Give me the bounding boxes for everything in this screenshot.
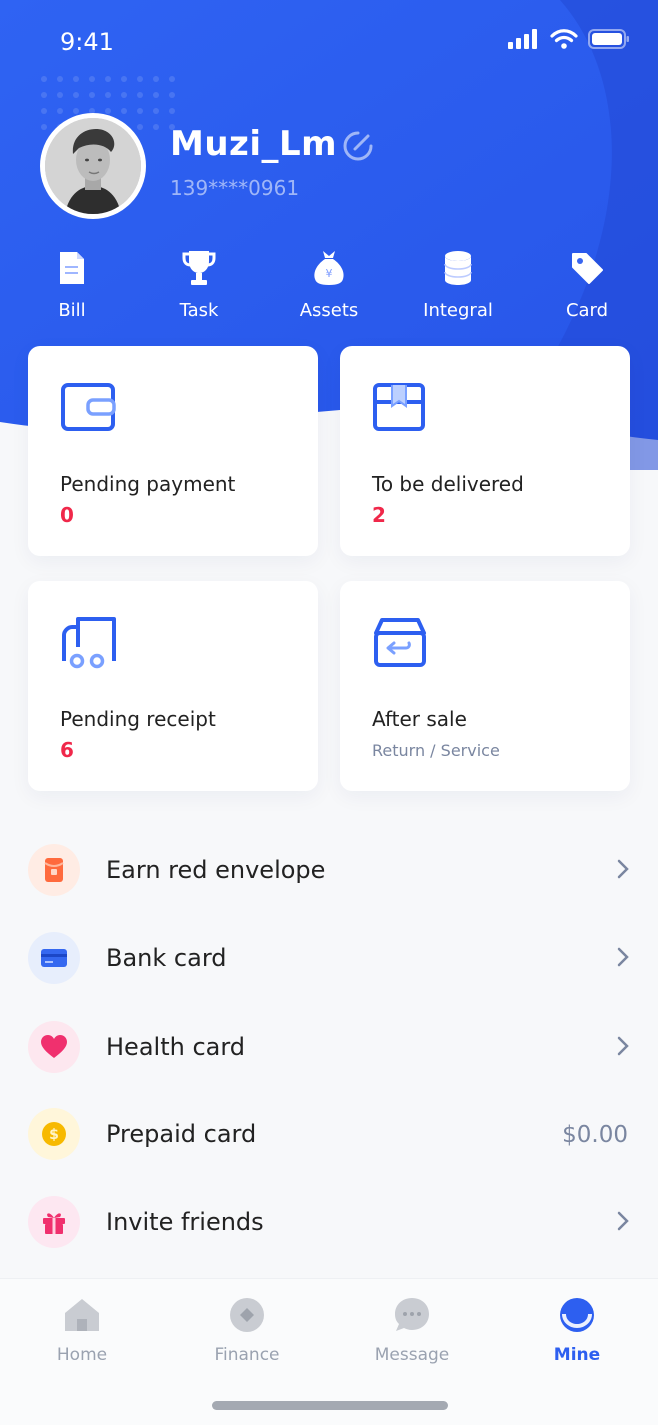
quick-menu-bill[interactable]: Bill xyxy=(12,248,132,321)
order-card-to-be-delivered[interactable]: To be delivered 2 xyxy=(340,346,630,556)
order-count: 6 xyxy=(60,738,74,762)
svg-text:¥: ¥ xyxy=(326,267,333,280)
phone-number: 139****0961 xyxy=(170,176,300,200)
order-card-pending-payment[interactable]: Pending payment 0 xyxy=(28,346,318,556)
coins-stack-icon xyxy=(444,251,472,285)
tab-label: Message xyxy=(374,1345,450,1365)
tab-label: Home xyxy=(56,1345,108,1365)
home-indicator[interactable] xyxy=(212,1401,448,1410)
bill-icon xyxy=(60,252,84,284)
quick-menu-integral[interactable]: Integral xyxy=(398,248,518,321)
avatar[interactable] xyxy=(40,113,146,219)
quick-menu-task[interactable]: Task xyxy=(139,248,259,321)
order-card-pending-receipt[interactable]: Pending receipt 6 xyxy=(28,581,318,791)
red-envelope-icon xyxy=(28,844,80,896)
tab-message[interactable]: Message xyxy=(352,1295,472,1365)
message-icon xyxy=(395,1298,429,1331)
mine-icon xyxy=(560,1298,594,1332)
quick-menu-card[interactable]: Card xyxy=(527,248,647,321)
order-subtitle: Return / Service xyxy=(372,741,500,760)
tab-label: Finance xyxy=(214,1345,280,1365)
chevron-right-icon xyxy=(617,859,629,879)
edit-icon[interactable] xyxy=(342,130,374,162)
box-icon xyxy=(373,383,425,431)
quick-menu-assets[interactable]: ¥ Assets xyxy=(269,248,389,321)
finance-icon xyxy=(230,1298,264,1332)
prepaid-balance: $0.00 xyxy=(562,1122,628,1148)
list-item-label: Invite friends xyxy=(106,1208,264,1236)
list-item-bank-card[interactable]: Bank card xyxy=(0,928,658,988)
order-count: 2 xyxy=(372,503,386,527)
chevron-right-icon xyxy=(617,1211,629,1231)
list-item-label: Health card xyxy=(106,1033,246,1061)
trophy-icon xyxy=(182,251,216,285)
wifi-icon xyxy=(550,29,578,49)
tab-finance[interactable]: Finance xyxy=(187,1295,307,1365)
tab-mine[interactable]: Mine xyxy=(517,1295,637,1365)
status-bar: 9:41 xyxy=(0,0,658,88)
chevron-right-icon xyxy=(617,1036,629,1056)
list-item-health-card[interactable]: Health card xyxy=(0,1017,658,1077)
status-icons xyxy=(508,28,630,50)
status-time: 9:41 xyxy=(60,28,114,56)
quick-menu-label: Task xyxy=(179,300,219,321)
list-item-prepaid-card[interactable]: $ Prepaid card $0.00 xyxy=(0,1104,658,1164)
gift-icon xyxy=(28,1196,80,1248)
bank-card-icon xyxy=(28,932,80,984)
username: Muzi_Lm xyxy=(170,124,338,164)
order-title: Pending payment xyxy=(60,472,236,496)
quick-menu-label: Assets xyxy=(299,300,359,321)
chevron-right-icon xyxy=(617,947,629,967)
avatar-photo xyxy=(45,118,141,214)
order-title: Pending receipt xyxy=(60,707,216,731)
tag-icon xyxy=(572,253,603,284)
wallet-icon xyxy=(61,383,116,431)
battery-icon xyxy=(588,29,629,49)
order-title: After sale xyxy=(372,707,467,731)
truck-icon xyxy=(62,617,116,669)
tab-home[interactable]: Home xyxy=(22,1295,142,1365)
quick-menu-label: Integral xyxy=(423,300,493,321)
money-bag-icon: ¥ xyxy=(314,251,344,285)
tab-label: Mine xyxy=(553,1345,601,1365)
list-item-invite-friends[interactable]: Invite friends xyxy=(0,1192,658,1252)
list-item-label: Bank card xyxy=(106,944,227,972)
svg-text:$: $ xyxy=(49,1127,59,1143)
quick-menu-label: Card xyxy=(565,300,609,321)
list-item-earn-red-envelope[interactable]: Earn red envelope xyxy=(0,840,658,900)
heart-icon xyxy=(28,1021,80,1073)
signal-icon xyxy=(508,29,537,49)
order-title: To be delivered xyxy=(372,472,524,496)
list-item-label: Prepaid card xyxy=(106,1120,257,1148)
order-card-after-sale[interactable]: After sale Return / Service xyxy=(340,581,630,791)
list-item-label: Earn red envelope xyxy=(106,856,326,884)
home-icon xyxy=(65,1299,99,1331)
quick-menu: Bill Task ¥ Assets Integral Card xyxy=(0,248,658,328)
dollar-coin-icon: $ xyxy=(28,1108,80,1160)
return-box-icon xyxy=(374,618,426,667)
order-count: 0 xyxy=(60,503,74,527)
quick-menu-label: Bill xyxy=(58,300,86,321)
